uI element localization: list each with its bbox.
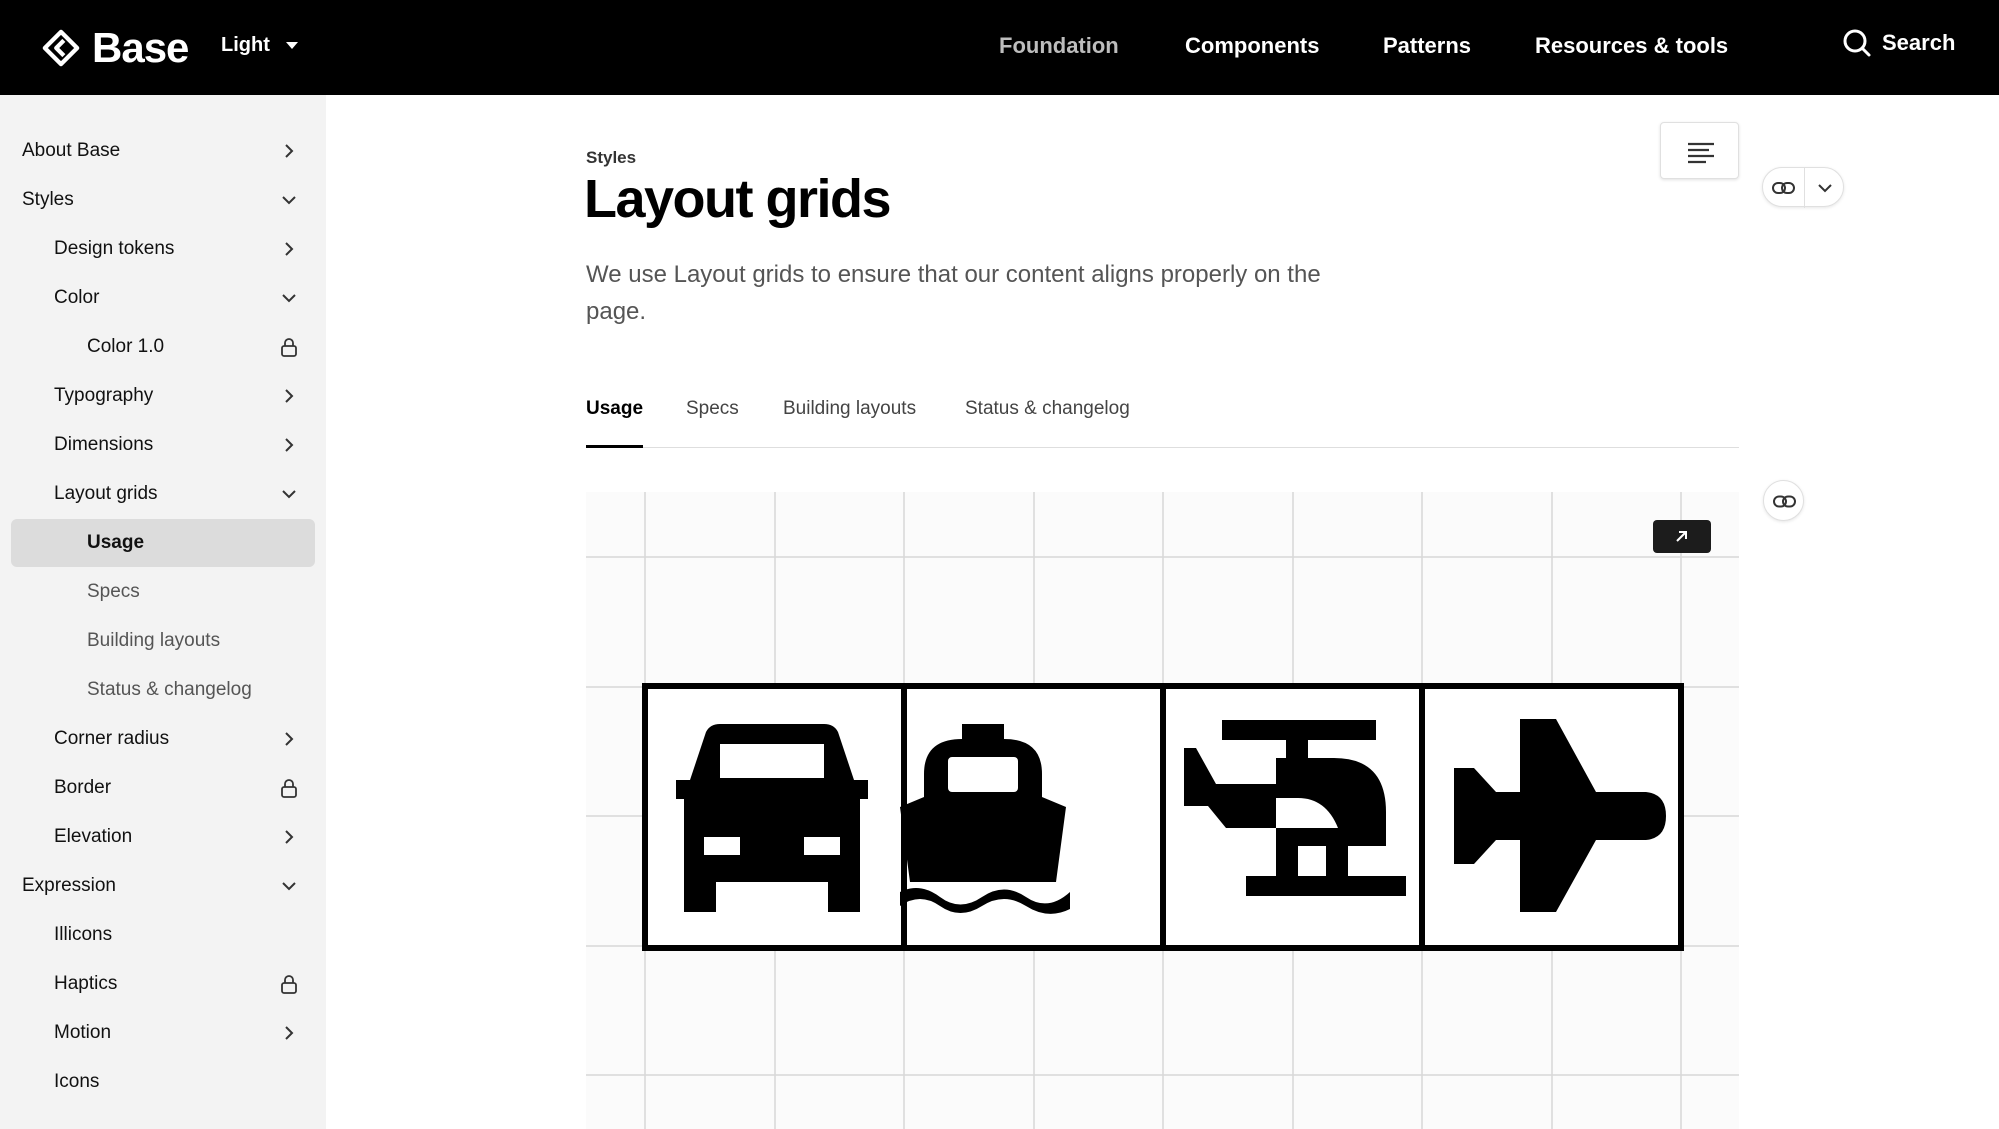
sidebar-item-label: About Base xyxy=(22,140,121,161)
sidebar-item-specs[interactable]: Specs xyxy=(11,568,315,616)
sidebar-item-label: Typography xyxy=(54,385,154,406)
sidebar-item-border[interactable]: Border xyxy=(11,764,315,812)
sidebar-item-haptics[interactable]: Haptics xyxy=(11,960,315,1008)
sidebar-item-label: Elevation xyxy=(54,826,133,847)
sidebar-item-label: Color xyxy=(54,287,100,308)
sidebar-item-label: Layout grids xyxy=(54,483,158,504)
list-icon xyxy=(1688,142,1714,164)
search-label: Search xyxy=(1882,30,1956,55)
sidebar-item-elevation[interactable]: Elevation xyxy=(11,813,315,861)
sidebar-item-color-1-0[interactable]: Color 1.0 xyxy=(11,323,315,371)
share-options-button[interactable] xyxy=(1805,168,1846,208)
chevron-right-icon xyxy=(285,830,294,844)
link-icon xyxy=(1772,182,1795,194)
sidebar-item-styles[interactable]: Styles xyxy=(11,176,315,224)
sidebar-item-label: Corner radius xyxy=(54,728,170,749)
sidebar-item-label: Expression xyxy=(22,875,116,896)
sidebar-item-corner-radius[interactable]: Corner radius xyxy=(11,715,315,763)
sidebar-item-label: Haptics xyxy=(54,973,118,994)
tab-specs[interactable]: Specs xyxy=(686,398,739,420)
sidebar-item-icons[interactable]: Icons xyxy=(11,1058,315,1106)
sidebar-item-label: Usage xyxy=(87,532,145,553)
sidebar-item-label: Illicons xyxy=(54,924,113,945)
copy-link-button[interactable] xyxy=(1763,168,1804,208)
sidebar-item-label: Styles xyxy=(22,189,74,210)
sidebar-item-expression[interactable]: Expression xyxy=(11,862,315,910)
sidebar-item-label: Building layouts xyxy=(87,630,221,651)
search-button[interactable]: Search xyxy=(1842,28,1955,58)
sidebar-item-typography[interactable]: Typography xyxy=(11,372,315,420)
nav-components[interactable]: Components xyxy=(1185,33,1319,59)
arrow-up-right-icon xyxy=(1676,531,1687,542)
sidebar-item-status-changelog[interactable]: Status & changelog xyxy=(11,666,315,714)
expand-image-button[interactable] xyxy=(1653,520,1711,553)
sidebar-item-about-base[interactable]: About Base xyxy=(11,127,315,175)
figure-link-button[interactable] xyxy=(1763,480,1804,521)
nav-resources-tools[interactable]: Resources & tools xyxy=(1535,33,1728,59)
page-title: Layout grids xyxy=(584,169,892,229)
chevron-right-icon xyxy=(285,732,294,746)
page-description: We use Layout grids to ensure that our c… xyxy=(586,261,1321,325)
sidebar-item-motion[interactable]: Motion xyxy=(11,1009,315,1057)
chevron-down-icon xyxy=(282,294,296,303)
nav-foundation[interactable]: Foundation xyxy=(999,33,1119,59)
tab-bar: Usage Specs Building layouts Status & ch… xyxy=(586,396,1739,448)
lock-icon xyxy=(281,975,297,994)
sidebar-item-dimensions[interactable]: Dimensions xyxy=(11,421,315,469)
sidebar: About Base Styles Design tokens Color Co… xyxy=(0,95,326,1129)
sidebar-item-illicons[interactable]: Illicons xyxy=(11,911,315,959)
lock-icon xyxy=(281,338,297,357)
search-icon xyxy=(1843,29,1871,57)
table-of-contents-button[interactable] xyxy=(1660,122,1739,179)
sidebar-item-label: Border xyxy=(54,777,112,798)
nav-patterns[interactable]: Patterns xyxy=(1383,33,1471,59)
sidebar-item-label: Motion xyxy=(54,1022,112,1043)
chevron-right-icon xyxy=(285,242,294,256)
sidebar-item-design-tokens[interactable]: Design tokens xyxy=(11,225,315,273)
sidebar-item-label: Specs xyxy=(87,581,140,602)
active-tab-indicator xyxy=(586,445,643,448)
share-group xyxy=(1762,167,1846,208)
sidebar-item-building-layouts[interactable]: Building layouts xyxy=(11,617,315,665)
sidebar-item-color[interactable]: Color xyxy=(11,274,315,322)
sidebar-item-label: Status & changelog xyxy=(87,679,252,700)
chevron-down-icon xyxy=(282,196,296,205)
chevron-down-icon xyxy=(282,490,296,499)
sidebar-item-layout-grids[interactable]: Layout grids xyxy=(11,470,315,518)
sidebar-item-label: Icons xyxy=(54,1071,100,1092)
main-nav: Foundation Components Patterns Resources… xyxy=(0,33,1999,63)
link-icon xyxy=(1773,495,1796,508)
chevron-right-icon xyxy=(285,389,294,403)
sidebar-item-label: Design tokens xyxy=(54,238,175,259)
tab-status-changelog[interactable]: Status & changelog xyxy=(965,398,1130,420)
breadcrumb[interactable]: Styles xyxy=(586,148,636,168)
chevron-down-icon xyxy=(282,882,296,891)
lock-icon xyxy=(281,779,297,798)
top-bar: Base Light Foundation Components Pattern… xyxy=(0,0,1999,95)
grid-illustration-image xyxy=(586,492,1739,1129)
sidebar-item-label: Color 1.0 xyxy=(87,336,165,357)
chevron-down-icon xyxy=(1818,184,1832,193)
tab-usage[interactable]: Usage xyxy=(586,398,643,420)
sidebar-item-usage[interactable]: Usage xyxy=(11,519,315,567)
chevron-right-icon xyxy=(285,144,294,158)
chevron-right-icon xyxy=(285,438,294,452)
chevron-right-icon xyxy=(285,1026,294,1040)
tab-building-layouts[interactable]: Building layouts xyxy=(783,398,916,420)
layout-grid-illustration xyxy=(586,492,1739,1129)
sidebar-item-label: Dimensions xyxy=(54,434,154,455)
